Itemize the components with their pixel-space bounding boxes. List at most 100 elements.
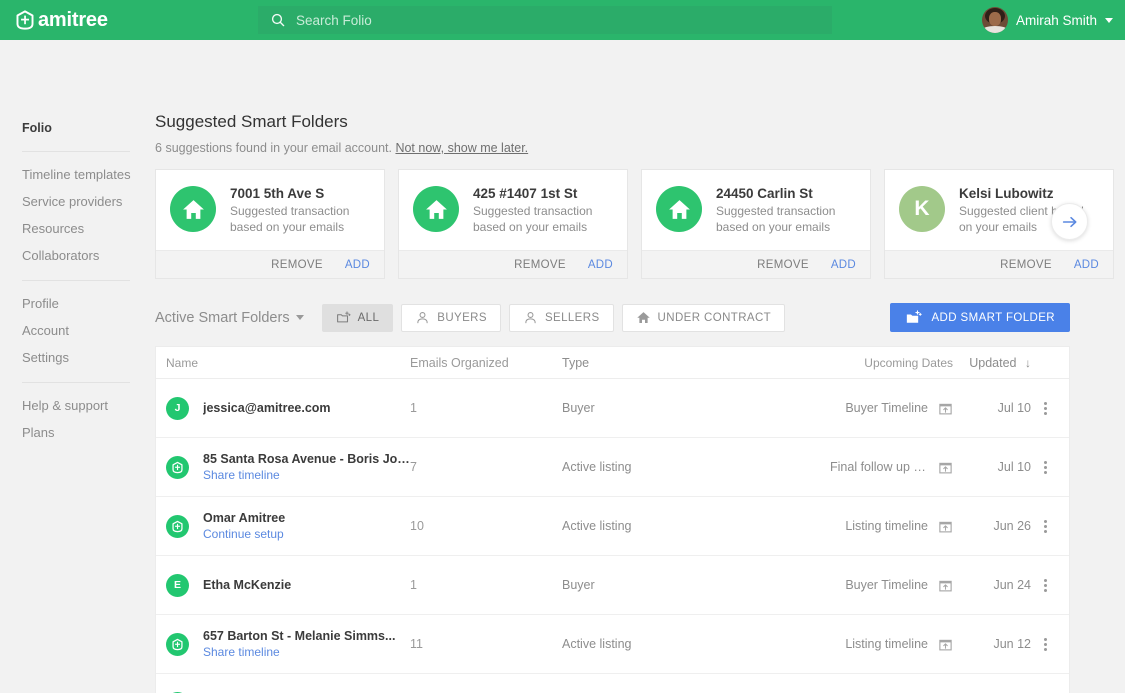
row-upcoming-date-text: Final follow up notices to client a... — [830, 460, 928, 474]
sidebar-item-service-providers[interactable]: Service providers — [22, 189, 130, 216]
row-menu-button[interactable] — [1031, 637, 1059, 651]
open-timeline-icon[interactable] — [938, 460, 953, 475]
column-header-updated[interactable]: Updated ↓ — [953, 356, 1031, 370]
filter-chip-all[interactable]: ALL — [321, 303, 394, 332]
brand-logo-link[interactable]: amitree — [14, 9, 108, 31]
sidebar-item-timeline-templates[interactable]: Timeline templates — [22, 162, 131, 189]
row-name: Etha McKenzie — [203, 578, 292, 592]
avatar — [981, 7, 1008, 33]
carousel-next-button[interactable] — [1051, 203, 1088, 240]
open-timeline-icon[interactable] — [938, 578, 953, 593]
add-suggestion-button[interactable]: ADD — [588, 259, 613, 271]
row-continue-setup-link[interactable]: Continue setup — [203, 527, 285, 541]
search-input[interactable] — [296, 12, 820, 28]
column-header-updated-label: Updated — [969, 355, 1017, 370]
sidebar-item-profile[interactable]: Profile — [22, 291, 130, 318]
sidebar-item-folio[interactable]: Folio — [22, 115, 130, 141]
suggestion-card[interactable]: 425 #1407 1st St Suggested transaction b… — [398, 169, 628, 279]
row-share-timeline-link[interactable]: Share timeline — [203, 468, 410, 482]
kebab-menu-icon — [1043, 578, 1047, 592]
sidebar-item-help-support[interactable]: Help & support — [22, 393, 130, 420]
suggestion-card-title: Kelsi Lubowitz — [959, 186, 1054, 201]
sidebar-item-collaborators[interactable]: Collaborators — [22, 243, 130, 270]
table-row[interactable]: Omar Amitree Continue setup 10 Active li… — [156, 497, 1069, 556]
sidebar-item-account[interactable]: Account — [22, 318, 130, 345]
open-timeline-icon[interactable] — [938, 519, 953, 534]
filter-toolbar: Active Smart Folders ALL BUYERS SELLERS … — [155, 303, 1070, 332]
suggestion-card-text: 24450 Carlin St Suggested transaction ba… — [716, 186, 856, 236]
suggestions-subtitle-text: suggestions found in your email account. — [165, 141, 392, 155]
sidebar-item-settings[interactable]: Settings — [22, 345, 130, 372]
row-upcoming-dates: Final follow up notices to client a... — [830, 460, 953, 475]
remove-suggestion-button[interactable]: REMOVE — [514, 259, 566, 271]
home-icon-avatar — [170, 186, 216, 232]
remove-suggestion-button[interactable]: REMOVE — [757, 259, 809, 271]
remove-suggestion-button[interactable]: REMOVE — [271, 259, 323, 271]
row-menu-button[interactable] — [1031, 460, 1059, 474]
remove-suggestion-button[interactable]: REMOVE — [1000, 259, 1052, 271]
row-name-block: Etha McKenzie — [203, 578, 291, 592]
row-menu-button[interactable] — [1031, 401, 1059, 415]
suggestion-card[interactable]: 7001 5th Ave S Suggested transaction bas… — [155, 169, 385, 279]
user-menu[interactable]: Amirah Smith — [981, 0, 1113, 40]
row-emails-organized: 7 — [410, 460, 417, 474]
suggestion-card-title: 425 #1407 1st St — [473, 186, 578, 201]
dismiss-suggestions-link[interactable]: Not now, show me later. — [395, 141, 528, 155]
row-type: Active listing — [562, 637, 632, 651]
sidebar-group: Help & support Plans — [22, 393, 130, 457]
open-timeline-icon[interactable] — [938, 401, 953, 416]
amitree-logo-icon — [16, 10, 34, 30]
suggestion-card-description: Suggested transaction based on your emai… — [230, 204, 350, 234]
column-header-emails-organized[interactable]: Emails Organized — [410, 356, 562, 370]
column-header-name[interactable]: Name — [166, 356, 410, 370]
row-menu-button[interactable] — [1031, 578, 1059, 592]
row-name: 657 Barton St - Melanie Simms... — [203, 629, 396, 643]
filter-chip-buyers[interactable]: BUYERS — [401, 303, 501, 332]
user-name: Amirah Smith — [1015, 12, 1097, 28]
kebab-menu-icon — [1043, 460, 1047, 474]
row-updated: Jun 12 — [993, 637, 1031, 651]
filter-chip-buyers-label: BUYERS — [437, 311, 487, 324]
sidebar-item-resources[interactable]: Resources — [22, 216, 130, 243]
filter-chip-sellers[interactable]: SELLERS — [508, 303, 614, 332]
active-smart-folders-dropdown[interactable]: Active Smart Folders — [155, 310, 304, 326]
page-title: Suggested Smart Folders — [155, 112, 348, 131]
sidebar-group: Profile Account Settings — [22, 291, 130, 383]
column-header-type[interactable]: Type — [562, 356, 830, 370]
row-name-cell: E Etha McKenzie — [166, 573, 410, 597]
row-upcoming-dates: Listing timeline — [830, 519, 953, 534]
row-updated: Jun 26 — [993, 519, 1031, 533]
active-smart-folders-label: Active Smart Folders — [155, 309, 290, 326]
amitree-logo-icon — [172, 461, 183, 473]
table-row[interactable]: Nelson James 3 Buyer Buyer Timeline Jun … — [156, 674, 1069, 693]
row-share-timeline-link[interactable]: Share timeline — [203, 645, 395, 659]
add-smart-folder-label: ADD SMART FOLDER — [931, 311, 1055, 324]
open-timeline-icon[interactable] — [938, 637, 953, 652]
home-icon — [668, 199, 690, 219]
sidebar: Folio Timeline templates Service provide… — [0, 40, 155, 693]
add-suggestion-button[interactable]: ADD — [831, 259, 856, 271]
kebab-menu-icon — [1043, 401, 1047, 415]
table-row[interactable]: 657 Barton St - Melanie Simms... Share t… — [156, 615, 1069, 674]
add-suggestion-button[interactable]: ADD — [345, 259, 370, 271]
filter-chip-under-contract[interactable]: UNDER CONTRACT — [621, 303, 786, 332]
row-upcoming-dates: Buyer Timeline — [830, 401, 953, 416]
suggestion-card[interactable]: 24450 Carlin St Suggested transaction ba… — [641, 169, 871, 279]
table-row[interactable]: E Etha McKenzie 1 Buyer Buyer Timeline J… — [156, 556, 1069, 615]
arrow-right-icon — [1062, 216, 1076, 227]
add-suggestion-button[interactable]: ADD — [1074, 259, 1099, 271]
add-smart-folder-button[interactable]: ADD SMART FOLDER — [890, 303, 1070, 332]
sidebar-group: Folio — [22, 115, 130, 153]
column-header-upcoming-dates[interactable]: Upcoming Dates — [830, 356, 953, 370]
sidebar-item-plans[interactable]: Plans — [22, 420, 130, 447]
table-row[interactable]: J jessica@amitree.com 1 Buyer Buyer Time… — [156, 379, 1069, 438]
row-name-cell: J jessica@amitree.com — [166, 396, 410, 420]
suggestion-card-body: 425 #1407 1st St Suggested transaction b… — [399, 170, 627, 250]
row-type: Active listing — [562, 460, 632, 474]
row-menu-button[interactable] — [1031, 519, 1059, 533]
row-type: Buyer — [562, 578, 595, 592]
row-emails-organized: 10 — [410, 519, 424, 533]
table-row[interactable]: 85 Santa Rosa Avenue - Boris John... Sha… — [156, 438, 1069, 497]
search-bar[interactable] — [258, 6, 832, 34]
row-updated: Jul 10 — [997, 401, 1031, 415]
